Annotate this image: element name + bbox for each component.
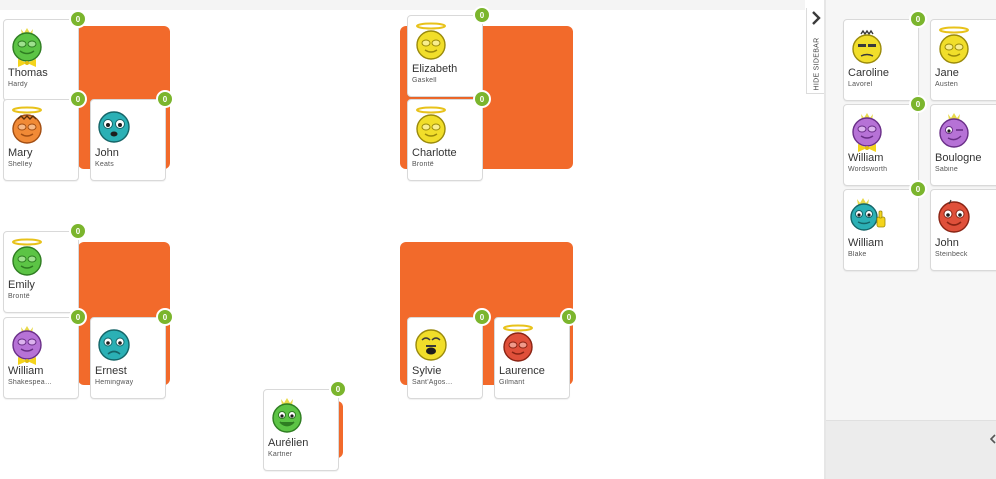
chevron-right-icon: [812, 11, 821, 25]
student-card-john-steinbeck[interactable]: John Steinbeck 0: [930, 189, 996, 271]
points-badge[interactable]: 0: [156, 308, 174, 326]
points-badge[interactable]: 0: [473, 90, 491, 108]
yellow-surprised-icon: [411, 323, 451, 367]
student-last-name: Lavorel: [848, 81, 873, 88]
student-last-name: Sabine: [935, 166, 958, 173]
student-last-name: Sant'Agos…: [412, 379, 453, 386]
student-first-name: William: [848, 152, 884, 164]
student-first-name: Sylvie: [412, 365, 442, 377]
student-last-name: Shakespea…: [8, 379, 53, 386]
student-last-name: Kartner: [268, 451, 293, 458]
points-badge[interactable]: 0: [69, 308, 87, 326]
seating-canvas: Thomas Hardy 0 Mary Shelley 0 John Keats…: [0, 0, 805, 479]
student-first-name: Charlotte: [412, 147, 457, 159]
student-first-name: Caroline: [848, 67, 889, 79]
chevron-left-icon[interactable]: [990, 434, 996, 444]
student-last-name: Steinbeck: [935, 251, 968, 258]
student-card-caroline-lavorel[interactable]: Caroline Lavorel 0: [843, 10, 927, 101]
green-smiley-bowtie-icon: [7, 25, 47, 69]
yellow-halo-icon: [411, 105, 451, 149]
points-badge[interactable]: 0: [560, 308, 578, 326]
student-first-name: William: [8, 365, 44, 377]
orange-halo-icon: [7, 105, 47, 149]
points-badge[interactable]: 0: [156, 90, 174, 108]
student-card-charlotte-bronte[interactable]: Charlotte Brontë 0: [407, 90, 491, 181]
points-badge[interactable]: 0: [473, 6, 491, 24]
student-first-name: Jane: [935, 67, 959, 79]
points-badge[interactable]: 0: [909, 10, 927, 28]
green-happy-icon: [267, 395, 307, 439]
student-first-name: Emily: [8, 279, 35, 291]
student-card-aurelien-kartner[interactable]: Aurélien Kartner 0: [263, 380, 347, 471]
student-card-thomas-hardy[interactable]: Thomas Hardy 0: [3, 10, 87, 101]
student-first-name: William: [848, 237, 884, 249]
student-last-name: Gaskell: [412, 77, 437, 84]
student-card-laurence-gilmant[interactable]: Laurence Gilmant 0: [494, 308, 578, 399]
student-first-name: Thomas: [8, 67, 48, 79]
student-first-name: Elizabeth: [412, 63, 458, 75]
points-badge[interactable]: 0: [329, 380, 347, 398]
student-first-name: John: [95, 147, 119, 159]
student-last-name: Blake: [848, 251, 867, 258]
teal-thumbsup-icon: [847, 195, 887, 239]
points-badge[interactable]: 0: [69, 222, 87, 240]
student-first-name: Laurence: [499, 365, 545, 377]
points-badge[interactable]: 0: [909, 180, 927, 198]
student-last-name: Gilmant: [499, 379, 525, 386]
green-halo-icon: [7, 237, 47, 281]
student-card-boulogne-sabine[interactable]: Boulogne Sabine 0: [930, 104, 996, 186]
teal-worried-icon: [94, 105, 134, 149]
student-first-name: Mary: [8, 147, 33, 159]
student-first-name: Ernest: [95, 365, 127, 377]
student-last-name: Keats: [95, 161, 114, 168]
student-first-name: John: [935, 237, 959, 249]
points-badge[interactable]: 0: [69, 90, 87, 108]
red-halo-icon: [498, 323, 538, 367]
yellow-grumpy-icon: [847, 25, 887, 69]
student-card-emily-bronte[interactable]: Emily Brontë 0: [3, 222, 87, 313]
student-card-william-wordsworth[interactable]: William Wordsworth 0: [843, 95, 927, 186]
student-card-sylvie-santagostino[interactable]: Sylvie Sant'Agos… 0: [407, 308, 491, 399]
student-card-jane-austen[interactable]: Jane Austen 0: [930, 19, 996, 101]
purple-wink-icon: [934, 110, 974, 154]
points-badge[interactable]: 0: [69, 10, 87, 28]
unassigned-students-sidebar: Caroline Lavorel 0 Jane Austen 0 William…: [826, 0, 996, 420]
student-card-william-shakespeare[interactable]: William Shakespea… 0: [3, 308, 87, 399]
student-card-william-blake[interactable]: William Blake 0: [843, 180, 927, 271]
student-last-name: Brontë: [8, 293, 30, 300]
red-happy-icon: [934, 195, 974, 239]
points-badge[interactable]: 0: [473, 308, 491, 326]
points-badge[interactable]: 0: [909, 95, 927, 113]
student-last-name: Brontë: [412, 161, 434, 168]
student-first-name: Aurélien: [268, 437, 309, 449]
teal-sad-icon: [94, 323, 134, 367]
yellow-halo-icon: [411, 21, 451, 65]
student-first-name: Boulogne: [935, 152, 982, 164]
student-card-elizabeth-gaskell[interactable]: Elizabeth Gaskell 0: [407, 6, 491, 97]
hide-sidebar-toggle[interactable]: HIDE SIDEBAR: [806, 8, 825, 94]
student-card-john-keats[interactable]: John Keats 0: [90, 90, 174, 181]
student-last-name: Hardy: [8, 81, 28, 88]
sidebar-footer: [826, 420, 996, 479]
student-last-name: Shelley: [8, 161, 33, 168]
hide-sidebar-label: HIDE SIDEBAR: [813, 37, 821, 91]
purple-bowtie-icon: [847, 110, 887, 154]
yellow-halo-icon: [934, 25, 974, 69]
student-last-name: Wordsworth: [848, 166, 888, 173]
student-last-name: Austen: [935, 81, 958, 88]
student-card-mary-shelley[interactable]: Mary Shelley 0: [3, 90, 87, 181]
student-last-name: Hemingway: [95, 379, 134, 386]
purple-bowtie-icon: [7, 323, 47, 367]
student-card-ernest-hemingway[interactable]: Ernest Hemingway 0: [90, 308, 174, 399]
